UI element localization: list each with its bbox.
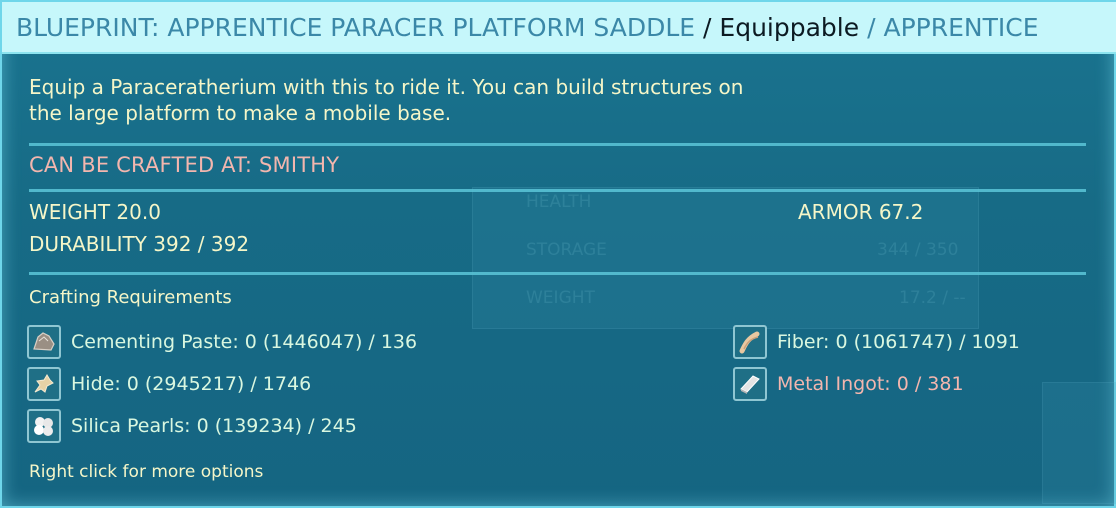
hide-icon xyxy=(27,367,61,401)
tooltip-header: BLUEPRINT: APPRENTICE PARACER PLATFORM S… xyxy=(2,2,1116,54)
header-separator: / xyxy=(859,13,884,42)
requirement-label: Fiber: 0 (1061747) / 1091 xyxy=(777,331,1020,353)
description-line: Equip a Paraceratherium with this to rid… xyxy=(29,75,744,99)
background-health-label: HEALTH xyxy=(526,192,592,212)
requirement-label: Metal Ingot: 0 / 381 xyxy=(777,373,964,395)
armor-stat: ARMOR 67.2 xyxy=(798,200,924,224)
right-click-hint: Right click for more options xyxy=(29,462,264,482)
item-quality: APPRENTICE xyxy=(883,13,1039,42)
durability-stat: DURABILITY 392 / 392 xyxy=(29,232,250,256)
fiber-icon xyxy=(733,325,767,359)
requirement-label: Hide: 0 (2945217) / 1746 xyxy=(71,373,312,395)
metal-ingot-icon xyxy=(733,367,767,401)
description-line: the large platform to make a mobile base… xyxy=(29,101,452,125)
weight-stat: WEIGHT 20.0 xyxy=(29,200,161,224)
background-storage-value: 344 / 350 xyxy=(877,240,959,260)
requirement-item: Hide: 0 (2945217) / 1746 xyxy=(27,366,311,402)
crafting-requirements-title: Crafting Requirements xyxy=(29,287,232,308)
requirement-item: Metal Ingot: 0 / 381 xyxy=(733,366,964,402)
requirement-label: Cementing Paste: 0 (1446047) / 136 xyxy=(71,331,418,353)
item-type: Equippable xyxy=(719,13,860,42)
requirement-item: Silica Pearls: 0 (139234) / 245 xyxy=(27,408,357,444)
silica-pearls-icon xyxy=(27,409,61,443)
header-separator: / xyxy=(695,13,720,42)
item-name: BLUEPRINT: APPRENTICE PARACER PLATFORM S… xyxy=(16,13,696,42)
background-weight-label: WEIGHT xyxy=(526,288,595,308)
requirement-label: Silica Pearls: 0 (139234) / 245 xyxy=(71,415,357,437)
background-side-panel xyxy=(1042,382,1116,504)
requirement-item: Fiber: 0 (1061747) / 1091 xyxy=(733,324,1020,360)
cementing-paste-icon xyxy=(27,325,61,359)
crafted-at-label: CAN BE CRAFTED AT: SMITHY xyxy=(29,153,340,177)
divider xyxy=(29,143,1086,146)
background-weight-value: 17.2 / -- xyxy=(899,288,966,308)
item-tooltip: HEALTH STORAGE 344 / 350 WEIGHT 17.2 / -… xyxy=(0,0,1116,508)
background-storage-label: STORAGE xyxy=(526,240,607,260)
divider xyxy=(29,272,1086,275)
divider xyxy=(29,189,1086,192)
requirement-item: Cementing Paste: 0 (1446047) / 136 xyxy=(27,324,417,360)
item-description: Equip a Paraceratherium with this to rid… xyxy=(29,74,789,126)
